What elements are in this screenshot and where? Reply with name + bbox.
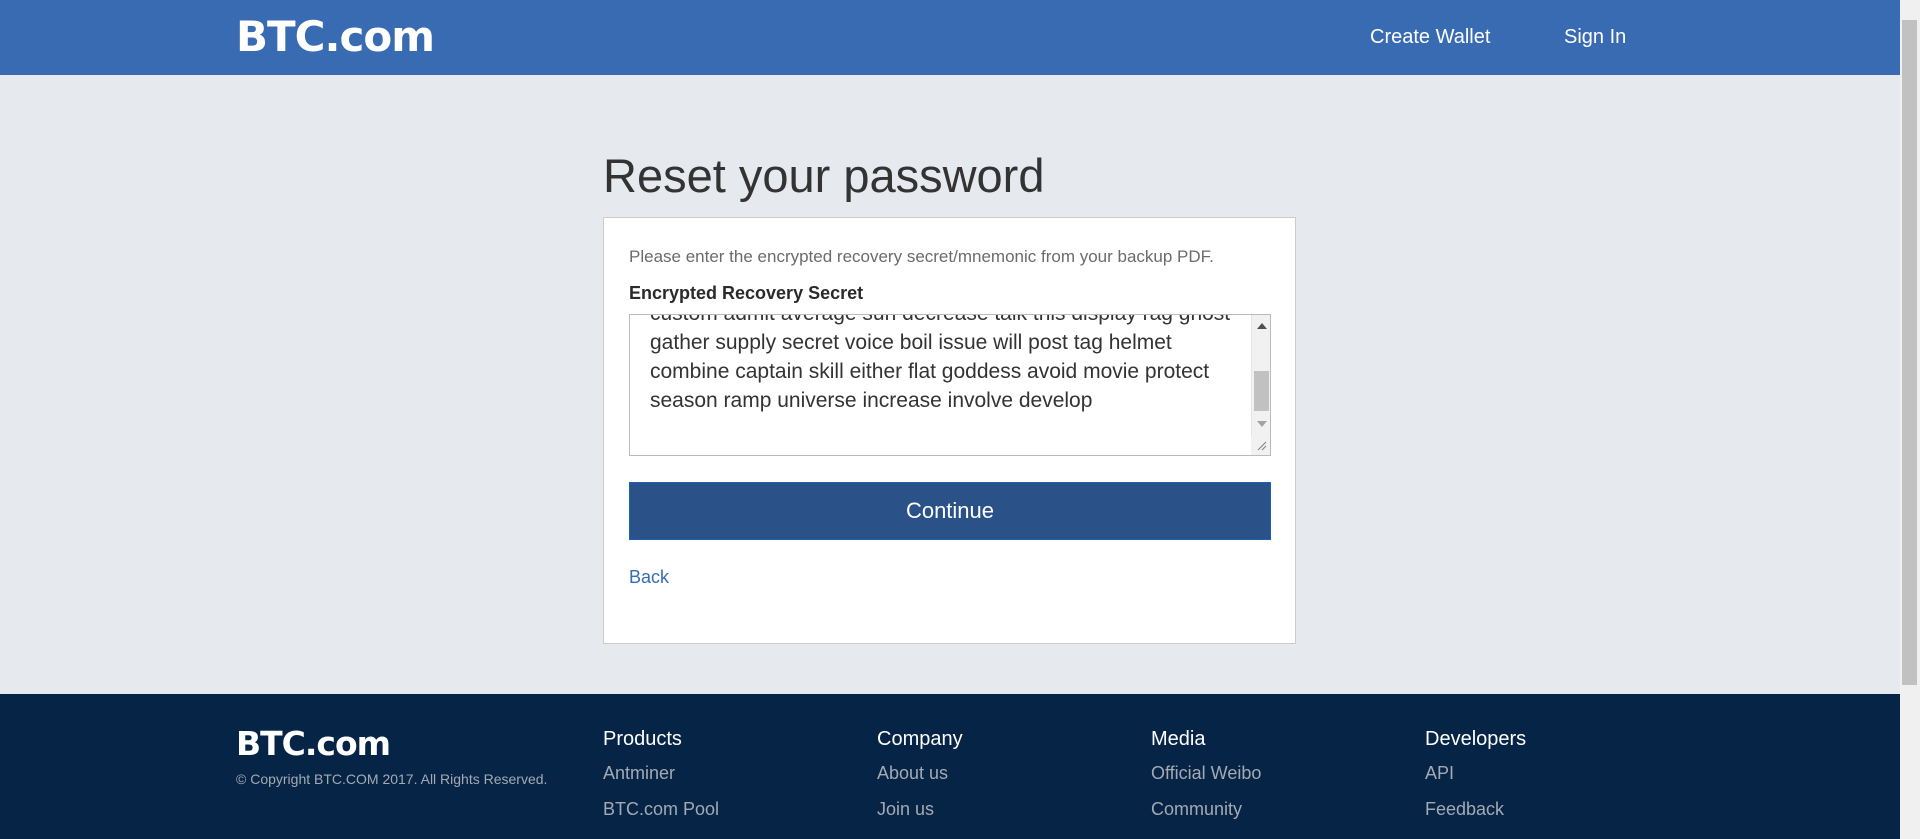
footer-heading: Company	[877, 728, 963, 750]
textarea-scrollbar-thumb[interactable]	[1254, 371, 1269, 411]
site-footer: BTC.com © Copyright BTC.COM 2017. All Ri…	[0, 694, 1900, 839]
footer-link-join-us[interactable]: Join us	[877, 798, 963, 820]
footer-column-developers: Developers API Feedback	[1425, 726, 1526, 820]
resize-grip-icon[interactable]	[1251, 435, 1270, 455]
sign-in-link[interactable]: Sign In	[1564, 24, 1626, 50]
back-link[interactable]: Back	[629, 566, 669, 588]
textarea-scrollbar[interactable]	[1251, 315, 1270, 455]
page-title: Reset your password	[603, 149, 1045, 202]
instruction-text: Please enter the encrypted recovery secr…	[629, 247, 1214, 266]
recovery-secret-textarea[interactable]: custom admit average sun decrease talk t…	[630, 315, 1250, 439]
site-header: BTC.com Create Wallet Sign In	[0, 0, 1900, 75]
footer-logo: BTC.com	[236, 724, 391, 763]
footer-heading: Products	[603, 728, 682, 750]
footer-link-antminer[interactable]: Antminer	[603, 762, 719, 784]
recovery-secret-field: custom admit average sun decrease talk t…	[629, 314, 1271, 456]
footer-link-about-us[interactable]: About us	[877, 762, 963, 784]
footer-heading: Developers	[1425, 728, 1527, 750]
continue-button[interactable]: Continue	[629, 482, 1271, 540]
footer-link-btc-pool[interactable]: BTC.com Pool	[603, 798, 719, 820]
footer-column-media: Media Official Weibo Community	[1151, 726, 1261, 820]
footer-link-feedback[interactable]: Feedback	[1425, 798, 1526, 820]
footer-link-community[interactable]: Community	[1151, 798, 1261, 820]
scroll-down-arrow-icon[interactable]	[1257, 421, 1267, 427]
copyright-text: © Copyright BTC.COM 2017. All Rights Res…	[236, 771, 548, 787]
footer-heading: Media	[1151, 728, 1206, 750]
reset-password-card: Please enter the encrypted recovery secr…	[603, 217, 1296, 644]
footer-column-company: Company About us Join us	[877, 726, 963, 820]
recovery-secret-label: Encrypted Recovery Secret	[629, 283, 864, 303]
create-wallet-link[interactable]: Create Wallet	[1370, 24, 1490, 50]
page-scrollbar-thumb[interactable]	[1902, 20, 1917, 685]
site-logo[interactable]: BTC.com	[236, 14, 435, 60]
footer-column-products: Products Antminer BTC.com Pool	[603, 726, 719, 820]
footer-link-official-weibo[interactable]: Official Weibo	[1151, 762, 1261, 784]
page-scrollbar[interactable]	[1900, 0, 1920, 839]
footer-link-api[interactable]: API	[1425, 762, 1526, 784]
scroll-up-arrow-icon[interactable]	[1257, 323, 1267, 329]
